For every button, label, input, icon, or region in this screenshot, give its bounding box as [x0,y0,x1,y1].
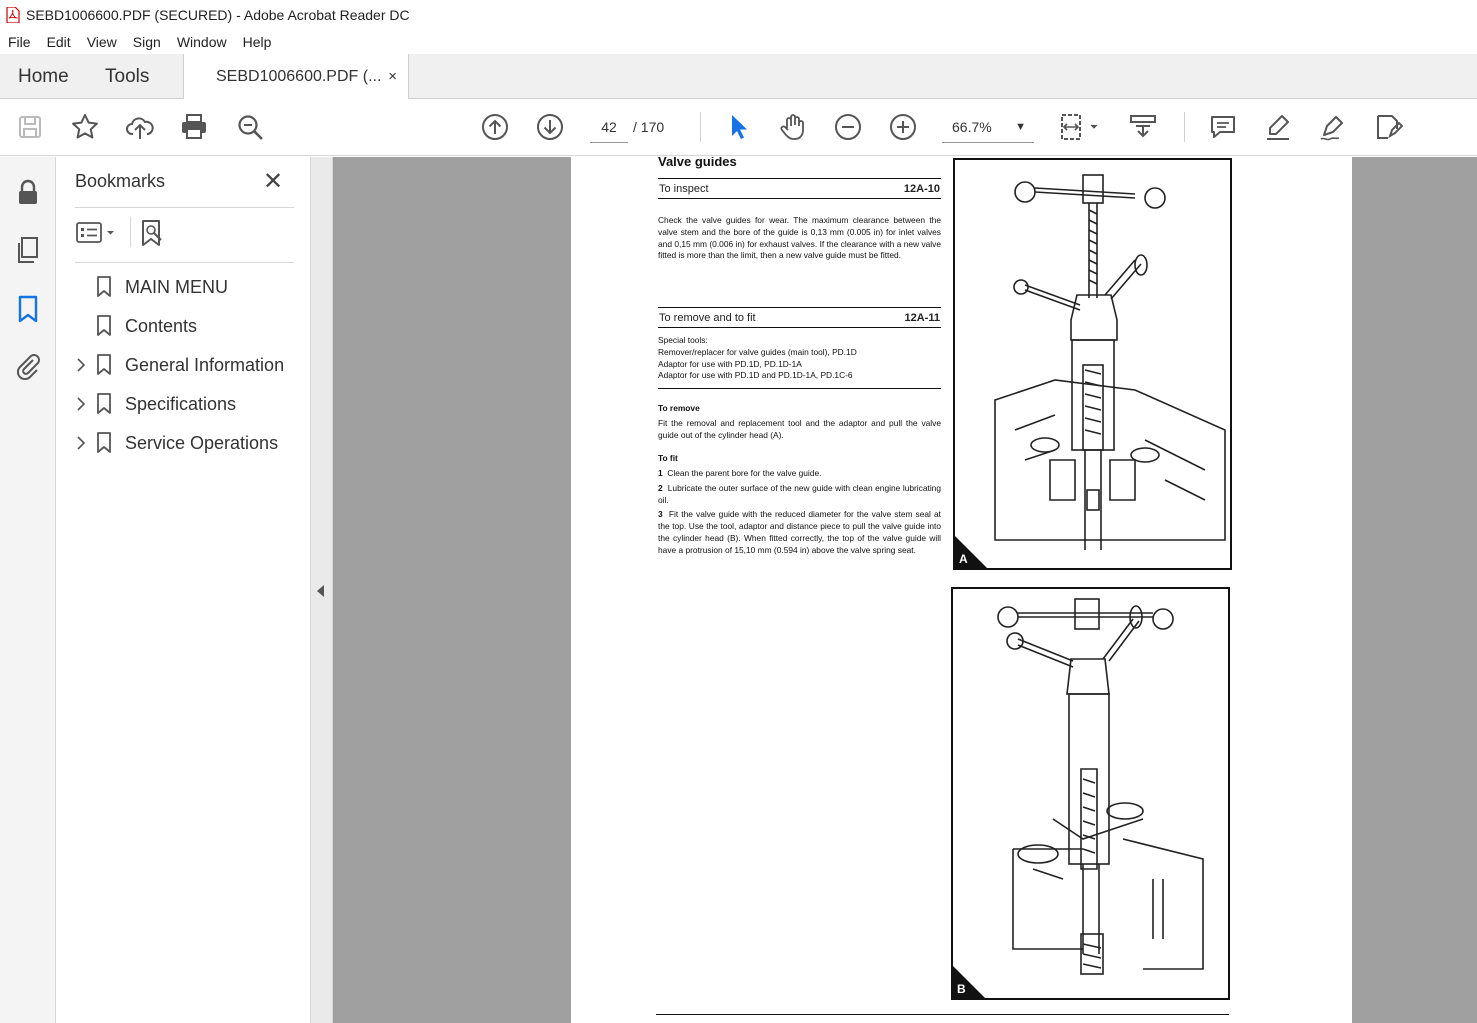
valve-guide-removal-drawing [994,174,1226,550]
section-header-remove-fit: To remove and to fit 12A-11 [658,307,941,328]
bookmark-item-main-menu[interactable]: MAIN MENU [75,272,295,302]
tab-tools[interactable]: Tools [105,54,149,99]
pdf-page: Valve guides To inspect 12A-10 Check the… [571,157,1352,1023]
page-thumbnails-icon[interactable] [13,235,43,265]
bookmark-icon [96,315,112,337]
zoom-value: 66.7% [952,119,992,135]
bookmark-star-icon[interactable] [70,112,100,142]
attachments-icon[interactable] [13,350,43,381]
bookmarks-title: Bookmarks [75,171,166,191]
comment-icon[interactable] [1208,112,1238,142]
chevron-down-icon: ▼ [1015,121,1026,133]
page-total: / 170 [633,119,665,135]
bookmark-item-contents[interactable]: Contents [75,311,295,341]
upload-icon[interactable] [125,112,155,142]
highlight-icon[interactable] [1263,112,1293,142]
bookmark-item-general-information[interactable]: General Information [75,350,295,380]
zoom-select[interactable]: 66.7% ▼ [942,111,1034,143]
page-heading: Valve guides [658,157,737,169]
figure-a-label: A [959,552,968,566]
scroll-mode-icon[interactable] [1128,112,1158,142]
figure-a-illustration: A [953,158,1232,570]
toolbar-divider [1184,112,1185,142]
menu-bar: File Edit View Sign Window Help [0,29,1477,54]
sign-icon[interactable] [1318,112,1348,142]
close-icon[interactable]: ✕ [263,167,283,196]
chevron-left-icon [317,585,324,597]
bookmark-icon [96,393,112,415]
figure-b-illustration: B [951,587,1230,1000]
toolbar-divider [700,112,701,142]
fit-heading: To fit [658,453,678,463]
inspect-paragraph: Check the valve guides for wear. The max… [658,215,941,261]
menu-view[interactable]: View [79,34,125,50]
fit-step: 1 Clean the parent bore for the valve gu… [658,468,822,478]
hand-icon[interactable] [778,112,808,142]
add-bookmark-icon[interactable] [139,218,169,248]
bookmark-icon [96,432,112,454]
zoom-in-icon[interactable] [888,112,918,142]
section-header-inspect: To inspect 12A-10 [658,178,941,199]
acrobat-pdf-icon [6,5,20,24]
bookmark-item-specifications[interactable]: Specifications [75,389,295,419]
fit-step: 2 Lubricate the outer surface of the new… [658,482,942,505]
find-icon[interactable] [235,112,265,142]
chevron-right-icon[interactable] [75,350,89,391]
divider [75,262,294,263]
page-fit-icon[interactable] [1058,112,1102,142]
tab-bar: Home Tools SEBD1006600.PDF (... × [0,54,1477,100]
rule [658,388,941,389]
tab-document-label: SEBD1006600.PDF (... [216,68,382,85]
panel-collapse-handle[interactable] [311,157,333,1023]
fit-steps: 1 Clean the parent bore for the valve gu… [658,468,941,557]
remove-heading: To remove [658,403,700,413]
menu-edit[interactable]: Edit [39,34,79,50]
lock-icon[interactable] [13,177,43,207]
page-down-icon[interactable] [535,112,565,142]
remove-paragraph: Fit the removal and replacement tool and… [658,418,941,440]
left-rail [0,157,56,1023]
zoom-out-icon[interactable] [833,112,863,142]
window-title: SEBD1006600.PDF (SECURED) - Adobe Acroba… [26,6,410,23]
page-number-input[interactable]: 42 [590,111,628,143]
fit-step: 3 Fit the valve guide with the reduced d… [658,509,941,555]
bookmarks-panel: Bookmarks ✕ MAIN MENU Contents General I… [56,157,311,1023]
bookmark-options-button[interactable] [75,219,119,247]
select-cursor-icon[interactable] [723,112,753,142]
figure-b-label: B [957,982,966,996]
menu-window[interactable]: Window [169,34,235,50]
chevron-right-icon[interactable] [75,428,89,469]
close-tab-icon[interactable]: × [388,54,397,99]
title-bar: SEBD1006600.PDF (SECURED) - Adobe Acroba… [0,0,1477,29]
tab-document[interactable]: SEBD1006600.PDF (... × [183,54,409,100]
save-icon[interactable] [15,112,45,142]
divider [130,217,131,247]
document-viewer[interactable]: Valve guides To inspect 12A-10 Check the… [333,157,1477,1023]
chevron-right-icon[interactable] [75,389,89,430]
menu-sign[interactable]: Sign [125,34,169,50]
footer-rule [656,1014,1229,1015]
bookmark-icon [96,354,112,376]
bookmark-item-service-operations[interactable]: Service Operations [75,428,295,458]
menu-help[interactable]: Help [235,34,280,50]
divider [75,207,294,208]
special-tools-list: Special tools: Remover/replacer for valv… [658,335,857,381]
valve-guide-fitting-drawing [997,598,1204,975]
menu-file[interactable]: File [0,34,39,50]
bookmark-icon [96,276,112,298]
print-icon[interactable] [179,112,209,142]
fill-sign-icon[interactable] [1373,112,1404,142]
bookmarks-panel-icon[interactable] [13,294,43,324]
tab-home[interactable]: Home [18,54,69,99]
page-up-icon[interactable] [480,112,510,142]
